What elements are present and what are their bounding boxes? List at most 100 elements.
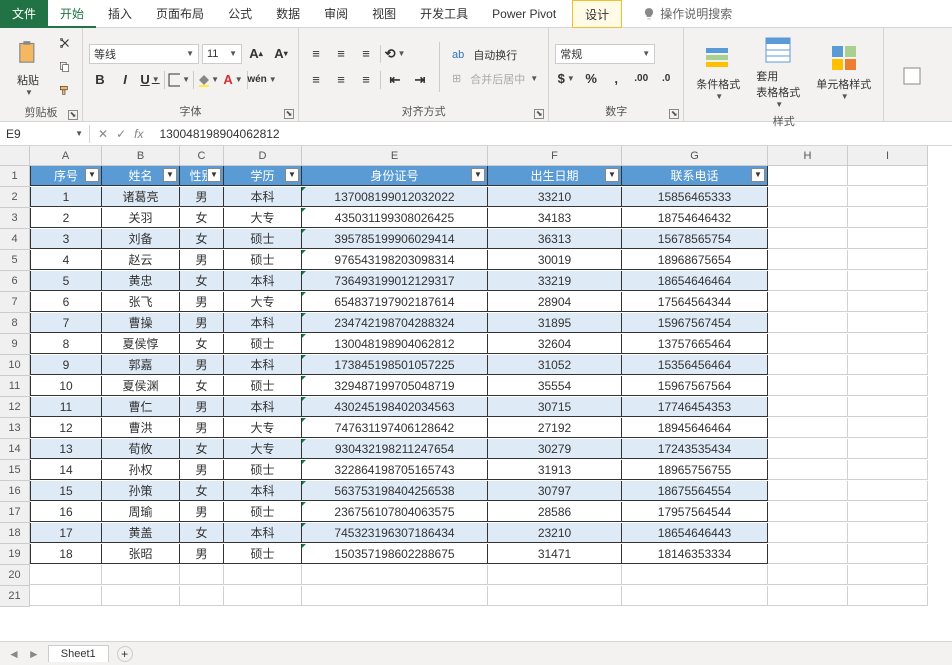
table-cell[interactable]: 荀攸: [102, 439, 180, 459]
row-header[interactable]: 15: [0, 460, 30, 481]
borders-button[interactable]: ▼: [168, 69, 190, 91]
table-cell[interactable]: 硕士: [224, 229, 302, 249]
table-cell[interactable]: 36313: [488, 229, 622, 249]
tab-review[interactable]: 审阅: [312, 0, 360, 28]
tab-formula[interactable]: 公式: [216, 0, 264, 28]
row-header[interactable]: 12: [0, 397, 30, 418]
table-cell[interactable]: 女: [180, 229, 224, 249]
table-cell[interactable]: 3: [30, 229, 102, 249]
fill-color-button[interactable]: ▼: [197, 69, 219, 91]
table-cell[interactable]: 男: [180, 187, 224, 207]
row-header[interactable]: 14: [0, 439, 30, 460]
filter-button[interactable]: ▼: [605, 168, 619, 182]
table-cell[interactable]: 大专: [224, 439, 302, 459]
underline-button[interactable]: U▼: [139, 69, 161, 91]
table-cell[interactable]: 男: [180, 397, 224, 417]
table-cell[interactable]: 本科: [224, 481, 302, 501]
table-cell[interactable]: 17243535434: [622, 439, 768, 459]
row-header[interactable]: 8: [0, 313, 30, 334]
table-cell[interactable]: 孙策: [102, 481, 180, 501]
table-cell[interactable]: 930432198211247654: [302, 439, 488, 459]
table-cell[interactable]: 男: [180, 355, 224, 375]
table-cell[interactable]: 男: [180, 313, 224, 333]
table-header[interactable]: 序号▼: [30, 166, 102, 186]
table-cell[interactable]: 15967567564: [622, 376, 768, 396]
table-cell[interactable]: 男: [180, 544, 224, 564]
table-cell[interactable]: 本科: [224, 271, 302, 291]
table-cell[interactable]: 33210: [488, 187, 622, 207]
table-cell[interactable]: 赵云: [102, 250, 180, 270]
row-header[interactable]: 7: [0, 292, 30, 313]
filter-button[interactable]: ▼: [285, 168, 299, 182]
table-cell[interactable]: 诸葛亮: [102, 187, 180, 207]
filter-button[interactable]: ▼: [471, 168, 485, 182]
col-header-C[interactable]: C: [180, 146, 224, 166]
table-cell[interactable]: 关羽: [102, 208, 180, 228]
table-cell[interactable]: 18945646464: [622, 418, 768, 438]
table-cell[interactable]: 6: [30, 292, 102, 312]
table-cell[interactable]: 30715: [488, 397, 622, 417]
table-cell[interactable]: 15967567454: [622, 313, 768, 333]
table-cell[interactable]: 18754646432: [622, 208, 768, 228]
table-cell[interactable]: 曹操: [102, 313, 180, 333]
table-cell[interactable]: 15856465333: [622, 187, 768, 207]
tab-dev[interactable]: 开发工具: [408, 0, 480, 28]
table-cell[interactable]: 黄忠: [102, 271, 180, 291]
align-launcher[interactable]: ⬊: [534, 109, 544, 119]
table-cell[interactable]: 137008199012032022: [302, 187, 488, 207]
table-cell[interactable]: 563753198404256538: [302, 481, 488, 501]
table-cell[interactable]: 10: [30, 376, 102, 396]
table-cell[interactable]: 7: [30, 313, 102, 333]
indent-decrease-button[interactable]: ⇤: [384, 69, 406, 91]
table-cell[interactable]: 女: [180, 523, 224, 543]
table-cell[interactable]: 11: [30, 397, 102, 417]
table-cell[interactable]: 30279: [488, 439, 622, 459]
tab-file[interactable]: 文件: [0, 0, 48, 28]
table-cell[interactable]: 18968675654: [622, 250, 768, 270]
new-sheet-button[interactable]: +: [117, 646, 133, 662]
decrease-font-button[interactable]: A▾: [270, 43, 292, 65]
table-cell[interactable]: 31052: [488, 355, 622, 375]
table-cell[interactable]: 430245198402034563: [302, 397, 488, 417]
table-cell[interactable]: 曹洪: [102, 418, 180, 438]
table-cell[interactable]: 976543198203098314: [302, 250, 488, 270]
font-color-button[interactable]: A▼: [222, 69, 244, 91]
filter-button[interactable]: ▼: [85, 168, 99, 182]
table-cell[interactable]: 654837197902187614: [302, 292, 488, 312]
table-cell[interactable]: 329487199705048719: [302, 376, 488, 396]
row-header[interactable]: 20: [0, 565, 30, 586]
table-cell[interactable]: 郭嘉: [102, 355, 180, 375]
align-right-button[interactable]: ≡: [355, 69, 377, 91]
orientation-button[interactable]: ⟲▼: [384, 43, 406, 65]
table-cell[interactable]: 5: [30, 271, 102, 291]
row-header[interactable]: 18: [0, 523, 30, 544]
table-cell[interactable]: 本科: [224, 397, 302, 417]
sheet-nav-prev[interactable]: ◄: [8, 647, 20, 661]
table-cell[interactable]: 男: [180, 250, 224, 270]
col-header-I[interactable]: I: [848, 146, 928, 166]
table-cell[interactable]: 本科: [224, 313, 302, 333]
table-cell[interactable]: 28586: [488, 502, 622, 522]
table-cell[interactable]: 435031199308026425: [302, 208, 488, 228]
table-cell[interactable]: 747631197406128642: [302, 418, 488, 438]
phonetic-button[interactable]: wén▼: [251, 69, 273, 91]
conditional-format-button[interactable]: 条件格式▼: [690, 40, 746, 103]
tab-design[interactable]: 设计: [572, 0, 622, 28]
table-cell[interactable]: 4: [30, 250, 102, 270]
table-cell[interactable]: 大专: [224, 292, 302, 312]
table-cell[interactable]: 236756107804063575: [302, 502, 488, 522]
table-cell[interactable]: 30797: [488, 481, 622, 501]
table-cell[interactable]: 736493199012129317: [302, 271, 488, 291]
table-cell[interactable]: 23210: [488, 523, 622, 543]
filter-button[interactable]: ▼: [207, 168, 221, 182]
format-table-button[interactable]: 套用 表格格式▼: [750, 32, 806, 111]
table-cell[interactable]: 16: [30, 502, 102, 522]
table-cell[interactable]: 刘备: [102, 229, 180, 249]
tab-pagelayout[interactable]: 页面布局: [144, 0, 216, 28]
col-header-A[interactable]: A: [30, 146, 102, 166]
tell-me-search[interactable]: 操作说明搜索: [642, 5, 732, 22]
table-cell[interactable]: 18: [30, 544, 102, 564]
tab-powerpivot[interactable]: Power Pivot: [480, 0, 568, 28]
table-cell[interactable]: 30019: [488, 250, 622, 270]
table-cell[interactable]: 硕士: [224, 376, 302, 396]
